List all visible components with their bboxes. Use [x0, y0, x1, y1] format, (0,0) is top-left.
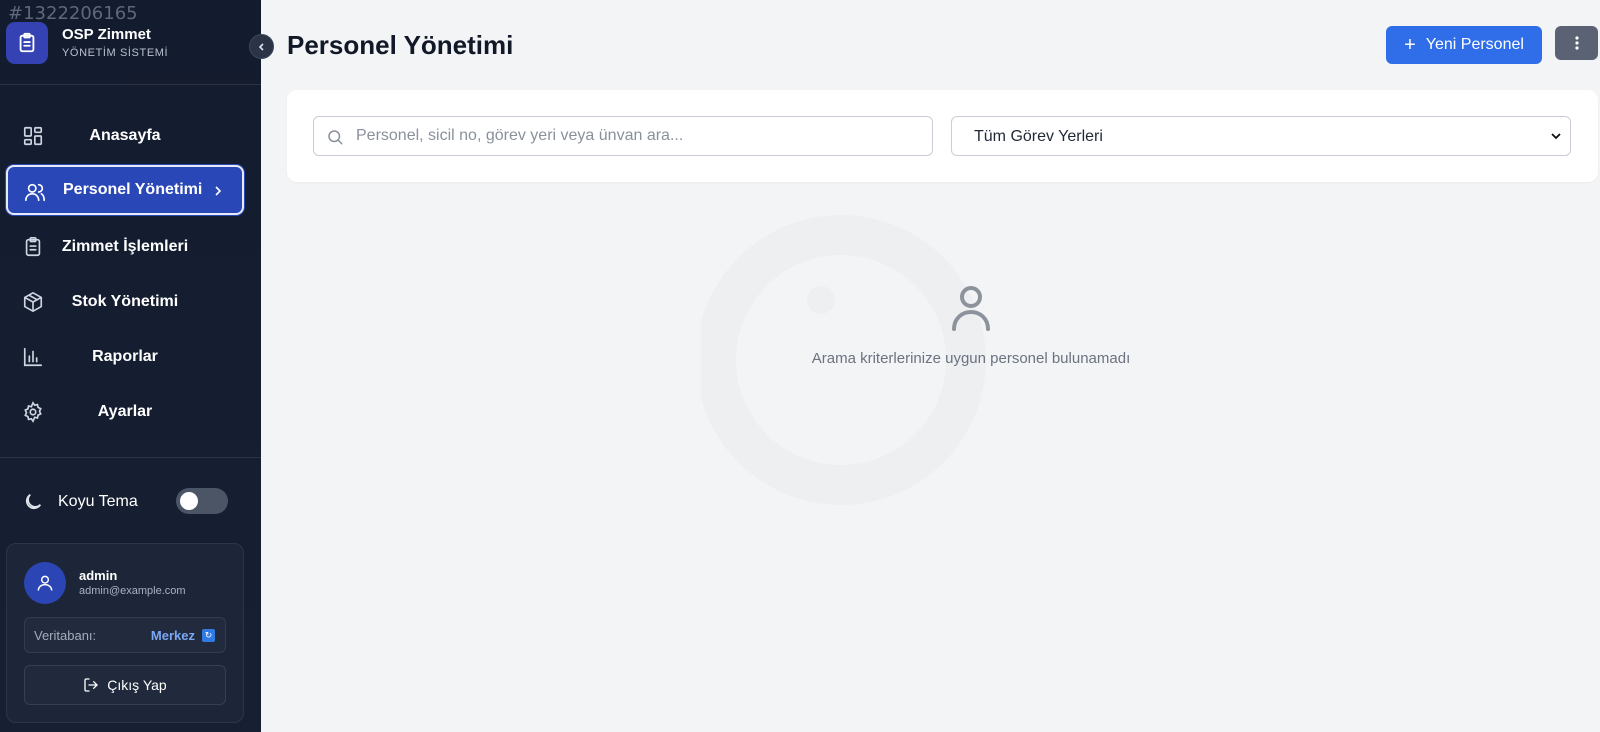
logout-button[interactable]: Çıkış Yap [24, 665, 226, 705]
nav-item-zimmet-islemleri[interactable]: Zimmet İşlemleri [6, 222, 244, 272]
divider [0, 84, 261, 85]
toggle-knob [180, 492, 198, 510]
user-email: admin@example.com [79, 585, 186, 597]
user-name: admin [79, 568, 118, 583]
plus-icon: + [1404, 34, 1416, 56]
more-vertical-icon [1574, 36, 1579, 50]
nav-item-anasayfa[interactable]: Anasayfa [6, 111, 244, 161]
new-personnel-label: Yeni Personel [1425, 36, 1524, 53]
location-select-value: Tüm Görev Yerleri [974, 128, 1103, 145]
empty-message: Arama kriterlerinize uygun personel bulu… [811, 350, 1131, 367]
nav-item-personel-yonetimi[interactable]: Personel Yönetimi [6, 165, 244, 215]
user-empty-icon [952, 286, 990, 331]
refresh-icon[interactable]: ↻ [202, 629, 215, 642]
database-value: Merkez [150, 628, 195, 643]
chevron-right-icon [215, 186, 222, 196]
brand-subtitle: YÖNETİM SİSTEMİ [62, 47, 169, 59]
dashboard-icon [23, 126, 43, 146]
moon-icon [25, 493, 42, 510]
search-input[interactable] [356, 117, 926, 155]
brand: OSP Zimmet YÖNETİM SİSTEMİ [6, 22, 168, 64]
user-card: admin admin@example.com Veritabanı: Merk… [6, 543, 244, 723]
avatar [24, 562, 66, 604]
chevron-left-icon [258, 42, 264, 51]
nav-item-stok-yonetimi[interactable]: Stok Yönetimi [6, 277, 244, 327]
background-watermark [701, 215, 986, 505]
logout-label: Çıkış Yap [107, 677, 167, 693]
chevron-down-icon [1551, 133, 1561, 140]
brand-title: OSP Zimmet [62, 26, 151, 43]
dark-theme-toggle[interactable] [176, 488, 228, 514]
nav-item-raporlar[interactable]: Raporlar [6, 332, 244, 382]
nav-item-ayarlar[interactable]: Ayarlar [6, 387, 244, 437]
theme-label: Koyu Tema [58, 493, 138, 510]
new-personnel-button[interactable]: + Yeni Personel [1386, 26, 1542, 64]
user-icon [37, 575, 53, 591]
sidebar: #1322206165 OSP Zimmet YÖNETİM SİSTEMİ A… [0, 0, 261, 732]
watermark-id: #1322206165 [8, 3, 138, 24]
location-select[interactable]: Tüm Görev Yerleri [951, 116, 1571, 156]
search-box[interactable] [313, 116, 933, 156]
package-icon [23, 292, 43, 312]
bar-chart-icon [23, 347, 43, 367]
database-label: Veritabanı: [34, 628, 97, 643]
logout-icon [84, 678, 99, 692]
more-options-button[interactable] [1555, 26, 1598, 60]
users-icon [25, 183, 45, 202]
theme-row: Koyu Tema [22, 488, 228, 516]
clipboard-logo-icon [6, 22, 48, 64]
divider [0, 457, 261, 458]
filter-card: Tüm Görev Yerleri [287, 90, 1598, 182]
empty-state: Arama kriterlerinize uygun personel bulu… [261, 285, 1600, 367]
gear-icon [24, 401, 42, 423]
database-row[interactable]: Veritabanı: Merkez ↻ [24, 617, 226, 653]
page-title: Personel Yönetimi [287, 30, 514, 60]
sidebar-collapse-button[interactable] [249, 34, 274, 59]
search-icon [328, 130, 343, 145]
main-content: Personel Yönetimi + Yeni Personel Tüm Gö… [261, 0, 1600, 732]
clipboard-icon [25, 237, 41, 257]
